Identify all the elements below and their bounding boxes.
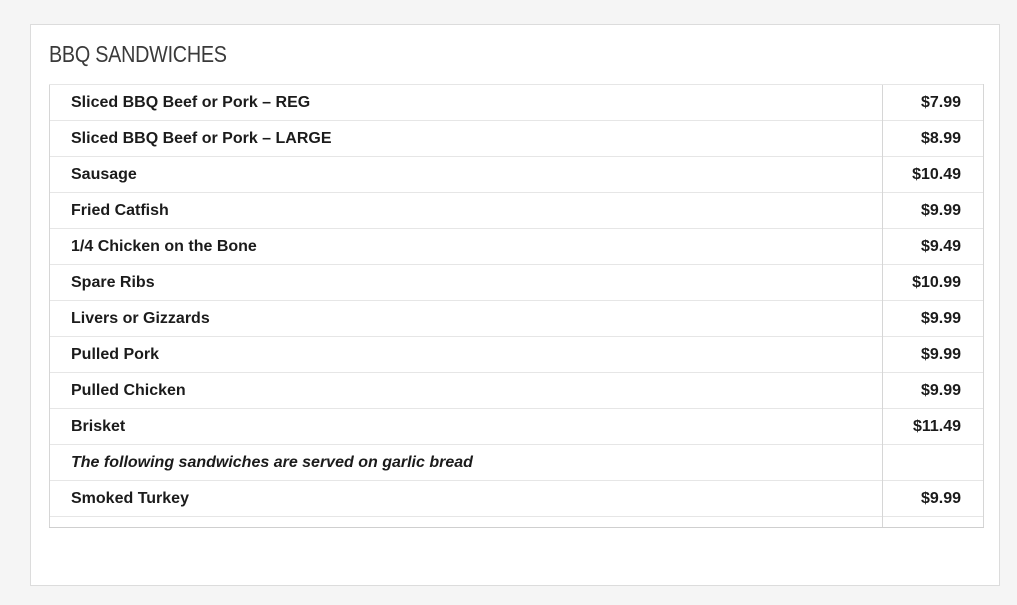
item-price: $9.99 (882, 300, 984, 337)
item-name: Fried Catfish (49, 192, 883, 229)
item-price: $9.99 (882, 372, 984, 409)
item-price: $9.99 (882, 192, 984, 229)
item-name: Brisket (49, 408, 883, 445)
item-name: Livers or Gizzards (49, 300, 883, 337)
item-price (882, 444, 984, 481)
item-price: $11.49 (882, 408, 984, 445)
table-row: Brisket $11.49 (49, 408, 984, 445)
empty-cell (49, 516, 883, 528)
table-row: Pulled Chicken $9.99 (49, 372, 984, 409)
table-row: Pulled Pork $9.99 (49, 336, 984, 373)
table-row-note: The following sandwiches are served on g… (49, 444, 984, 481)
item-name: Pulled Chicken (49, 372, 883, 409)
table-row: Livers or Gizzards $9.99 (49, 300, 984, 337)
table-row: Sliced BBQ Beef or Pork – LARGE $8.99 (49, 120, 984, 157)
item-price: $9.99 (882, 480, 984, 517)
table-row: Fried Catfish $9.99 (49, 192, 984, 229)
item-name: Sliced BBQ Beef or Pork – LARGE (49, 120, 883, 157)
item-name: Smoked Turkey (49, 480, 883, 517)
table-row: Spare Ribs $10.99 (49, 264, 984, 301)
item-price: $9.99 (882, 336, 984, 373)
item-price: $9.49 (882, 228, 984, 265)
table-row: Sliced BBQ Beef or Pork – REG $7.99 (49, 84, 984, 121)
item-price: $10.99 (882, 264, 984, 301)
item-name: Pulled Pork (49, 336, 883, 373)
table-row-empty (49, 516, 984, 528)
item-name: Sausage (49, 156, 883, 193)
menu-table: Sliced BBQ Beef or Pork – REG $7.99 Slic… (49, 84, 984, 528)
table-row: Sausage $10.49 (49, 156, 984, 193)
menu-panel: BBQ SANDWICHES Sliced BBQ Beef or Pork –… (30, 24, 1000, 586)
item-name: 1/4 Chicken on the Bone (49, 228, 883, 265)
item-price: $10.49 (882, 156, 984, 193)
table-row: 1/4 Chicken on the Bone $9.49 (49, 228, 984, 265)
section-title: BBQ SANDWICHES (49, 41, 227, 67)
item-name: Spare Ribs (49, 264, 883, 301)
item-price: $7.99 (882, 84, 984, 121)
garlic-bread-note: The following sandwiches are served on g… (49, 444, 883, 481)
item-price: $8.99 (882, 120, 984, 157)
empty-cell (882, 516, 984, 528)
table-row: Smoked Turkey $9.99 (49, 480, 984, 517)
item-name: Sliced BBQ Beef or Pork – REG (49, 84, 883, 121)
